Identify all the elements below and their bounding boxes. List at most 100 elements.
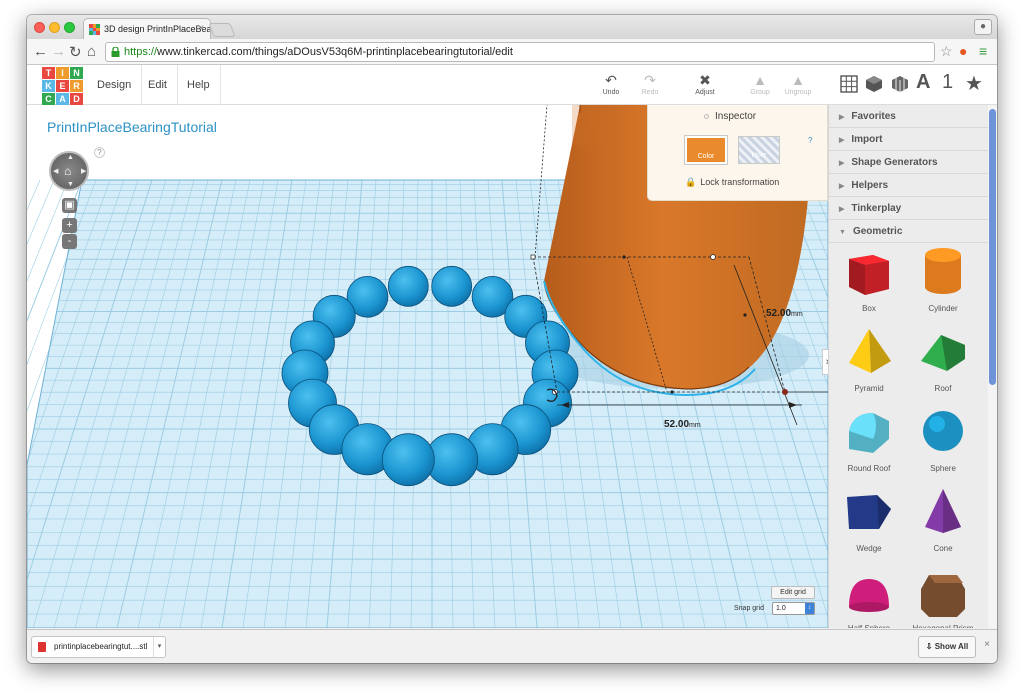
shape-roof[interactable]: Roof — [906, 325, 980, 393]
inspector-title: Inspector — [715, 111, 757, 122]
shape-round-roof[interactable]: Round Roof — [832, 405, 906, 473]
group-icon: ▲ — [753, 72, 767, 88]
panel-scrollbar[interactable] — [988, 105, 997, 628]
favorites-star-icon[interactable]: ★ — [965, 71, 983, 96]
grid-icon[interactable] — [840, 75, 858, 93]
fit-view-button[interactable]: ▣ — [62, 198, 77, 213]
dimension-label-depth[interactable]: 52.00mm — [766, 308, 803, 319]
view-navigation-control[interactable]: ▲ ▼ ◀ ▶ ⌂ — [49, 151, 89, 191]
group-label: Group — [750, 89, 770, 96]
text-tool-button[interactable]: A — [916, 71, 930, 94]
ungroup-button[interactable]: ▲ Ungroup — [778, 72, 818, 96]
design-viewport[interactable]: PrintInPlaceBearingTutorial ▲ ▼ ◀ ▶ ⌂ ? … — [27, 105, 828, 628]
download-menu-chevron-icon[interactable]: ▾ — [153, 637, 165, 657]
adjust-button[interactable]: ✖ Adjust — [685, 72, 725, 96]
scrollbar-thumb[interactable] — [989, 109, 996, 385]
minimize-window-button[interactable] — [49, 22, 60, 33]
lock-icon: 🔒 — [685, 177, 697, 187]
logo-letter: E — [56, 80, 69, 92]
shape-half-sphere[interactable]: Half Sphere — [832, 565, 906, 628]
sphere[interactable] — [431, 265, 473, 307]
snap-grid-select[interactable]: 1.0 ↕ — [772, 602, 815, 615]
chrome-menu-icon[interactable]: ≡ — [979, 43, 987, 59]
home-icon[interactable]: ⌂ — [87, 43, 96, 60]
depth-unit: mm — [791, 311, 803, 318]
category-tinkerplay[interactable]: ▶ Tinkerplay — [829, 197, 997, 220]
shape-label: Pyramid — [854, 384, 884, 393]
extension-flame-icon[interactable]: ● — [959, 43, 967, 59]
zoom-in-button[interactable]: + — [62, 218, 77, 233]
adjust-tools-icon: ✖ — [699, 72, 711, 88]
color-button[interactable]: Color — [685, 136, 727, 164]
download-item[interactable]: printinplacebearingtut....stl ▾ — [31, 636, 166, 658]
dimension-label-width[interactable]: 52.00mm — [664, 419, 701, 430]
inspector-collapse-icon[interactable] — [704, 114, 709, 119]
triangle-right-icon: ▶ — [839, 160, 845, 167]
inspector-help-icon[interactable]: ? — [808, 136, 812, 145]
wedge-icon — [847, 495, 891, 529]
sphere-icon — [923, 411, 963, 451]
lock-transformation-toggle[interactable]: 🔒 Lock transformation — [685, 177, 779, 188]
shape-label: Round Roof — [847, 464, 891, 473]
category-shape-generators[interactable]: ▶ Shape Generators — [829, 151, 997, 174]
shape-label: Hexagonal Prism — [913, 624, 974, 628]
orbit-right-icon[interactable]: ▶ — [81, 167, 86, 175]
edit-grid-button[interactable]: Edit grid — [771, 586, 815, 599]
orbit-left-icon[interactable]: ◀ — [53, 167, 58, 175]
shape-hexagonal-prism[interactable]: Hexagonal Prism — [906, 565, 980, 628]
triangle-down-icon: ▼ — [839, 229, 846, 236]
forward-arrow-icon[interactable]: → — [51, 43, 66, 60]
bookmark-star-icon[interactable]: ☆ — [940, 43, 953, 60]
new-tab-button[interactable] — [208, 23, 236, 37]
category-favorites[interactable]: ▶ Favorites — [829, 105, 997, 128]
zoom-window-button[interactable] — [64, 22, 75, 33]
logo-letter: I — [56, 67, 69, 79]
redo-button[interactable]: ↷ Redo — [630, 72, 670, 96]
browser-tab[interactable]: 3D design PrintInPlaceBear × — [83, 18, 211, 39]
home-view-icon[interactable]: ⌂ — [64, 164, 71, 178]
category-import[interactable]: ▶ Import — [829, 128, 997, 151]
shape-cone[interactable]: Cone — [906, 485, 980, 553]
sphere[interactable] — [381, 433, 435, 487]
shape-pyramid[interactable]: Pyramid — [832, 325, 906, 393]
shape-box[interactable]: Box — [832, 245, 906, 313]
person-icon[interactable]: ● — [974, 19, 992, 35]
category-label: Tinkerplay — [851, 203, 902, 214]
close-window-button[interactable] — [34, 22, 45, 33]
number-tool-button[interactable]: 1 — [942, 71, 953, 94]
category-helpers[interactable]: ▶ Helpers — [829, 174, 997, 197]
shape-sphere[interactable]: Sphere — [906, 405, 980, 473]
design-title[interactable]: PrintInPlaceBearingTutorial — [47, 119, 217, 135]
tab-close-icon[interactable]: × — [198, 23, 204, 34]
sphere[interactable] — [387, 265, 429, 307]
menu-help[interactable]: Help — [177, 65, 221, 105]
browser-toolbar: ← → ↻ ⌂ https://www.tinkercad.com/things… — [27, 39, 997, 65]
shapes-panel: ▶ Favorites ▶ Import ▶ Shape Generators ▶ Helpe… — [828, 105, 997, 628]
tab-title: 3D design PrintInPlaceBear — [104, 24, 211, 34]
ungroup-label: Ungroup — [784, 89, 812, 96]
shape-wedge[interactable]: Wedge — [832, 485, 906, 553]
group-button[interactable]: ▲ Group — [740, 72, 780, 96]
zoom-out-button[interactable]: - — [62, 234, 77, 249]
undo-button[interactable]: ↶ Undo — [591, 72, 631, 96]
menu-design[interactable]: Design — [87, 65, 143, 105]
show-all-downloads-button[interactable]: ⇩ Show All — [918, 636, 976, 658]
tab-strip: 3D design PrintInPlaceBear × ● — [27, 15, 997, 39]
address-bar[interactable]: https://www.tinkercad.com/things/aDOusV5… — [105, 42, 935, 62]
shape-cylinder[interactable]: Cylinder — [906, 245, 980, 313]
cube-icon[interactable] — [865, 75, 883, 93]
redo-label: Redo — [641, 89, 659, 96]
menu-edit[interactable]: Edit — [138, 65, 178, 105]
category-geometric[interactable]: ▼ Geometric — [829, 220, 997, 243]
tinkercad-logo[interactable]: TIN KER CAD — [42, 67, 83, 105]
hole-button[interactable]: Hole — [738, 136, 780, 164]
orbit-up-icon[interactable]: ▲ — [67, 154, 74, 161]
bricks-icon[interactable] — [891, 75, 909, 93]
back-arrow-icon[interactable]: ← — [33, 43, 48, 60]
view-help-icon[interactable]: ? — [94, 147, 105, 158]
close-download-bar-icon[interactable]: × — [984, 639, 990, 650]
triangle-right-icon: ▶ — [839, 114, 845, 121]
logo-letter: D — [70, 93, 83, 105]
reload-icon[interactable]: ↻ — [69, 43, 82, 61]
orbit-down-icon[interactable]: ▼ — [67, 181, 74, 188]
